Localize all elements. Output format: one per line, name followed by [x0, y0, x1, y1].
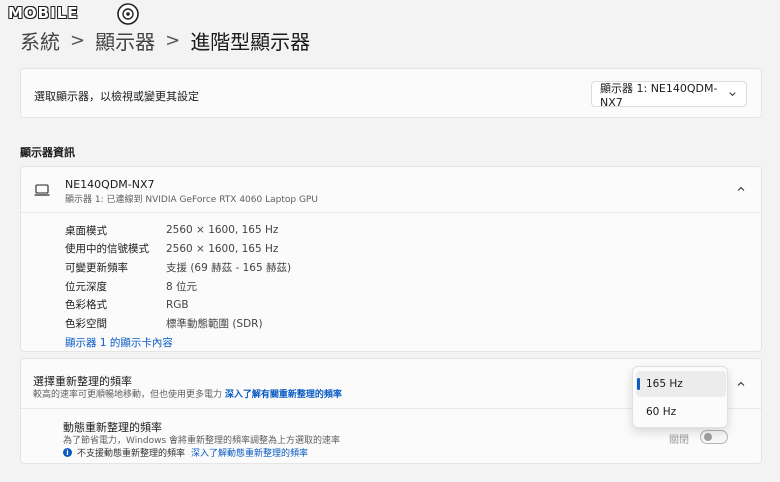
dynamic-refresh-unsupported: 不支援動態重新整理的頻率 — [77, 449, 186, 459]
info-key: 使用中的信號模式 — [65, 243, 149, 256]
breadcrumb-system[interactable]: 系統 — [20, 26, 60, 55]
info-icon: i — [63, 448, 72, 457]
dynamic-refresh-toggle[interactable] — [700, 430, 728, 444]
info-value: 8 位元 — [166, 280, 198, 293]
display-select-label: 選取顯示器，以檢視或變更其設定 — [34, 90, 199, 103]
display-info-table: 桌面模式 2560 × 1600, 165 Hz 使用中的信號模式 2560 × 1… — [65, 221, 291, 333]
watermark-logo: MOBILE — [8, 4, 79, 22]
info-value: RGB — [166, 298, 189, 311]
toggle-knob — [704, 433, 712, 441]
info-row: 可變更新頻率 支援 (69 赫茲 - 165 赫茲) — [65, 258, 291, 277]
display-dropdown-value: 顯示器 1: NE140QDM-NX7 — [600, 81, 718, 109]
info-row: 位元深度 8 位元 — [65, 277, 291, 296]
info-row: 桌面模式 2560 × 1600, 165 Hz — [65, 221, 291, 240]
info-value: 標準動態範圍 (SDR) — [166, 317, 263, 330]
breadcrumb: 系統 > 顯示器 > 進階型顯示器 — [20, 26, 310, 55]
info-key: 色彩格式 — [65, 299, 107, 312]
info-row: 使用中的信號模式 2560 × 1600, 165 Hz — [65, 240, 291, 259]
dynamic-refresh-learn-link[interactable]: 深入了解動態重新整理的頻率 — [191, 446, 308, 459]
laptop-icon — [34, 184, 50, 196]
breadcrumb-separator: > — [70, 30, 86, 51]
info-value: 2560 × 1600, 165 Hz — [166, 224, 279, 237]
page-title: 進階型顯示器 — [190, 30, 311, 54]
display-select-card: 選取顯示器，以檢視或變更其設定 顯示器 1: NE140QDM-NX7 — [20, 68, 762, 118]
refresh-rate-learn-link[interactable]: 深入了解有關重新整理的頻率 — [225, 390, 342, 400]
info-key: 桌面模式 — [65, 224, 107, 237]
chevron-up-icon[interactable] — [735, 183, 747, 195]
info-key: 位元深度 — [65, 280, 107, 293]
section-title-display-info: 顯示器資訊 — [20, 146, 75, 159]
info-value: 支援 (69 赫茲 - 165 赫茲) — [166, 261, 292, 274]
display-info-header[interactable]: NE140QDM-NX7 顯示器 1: 已連線到 NVIDIA GeForce … — [21, 167, 761, 213]
dynamic-refresh-subtitle: 為了節省電力，Windows 會將重新整理的頻率調整為上方選取的速率 — [63, 436, 341, 446]
refresh-rate-dropdown-menu: 165 Hz 60 Hz — [632, 366, 728, 428]
adapter-properties-link[interactable]: 顯示器 1 的顯示卡內容 — [65, 335, 173, 350]
refresh-rate-subtitle: 較高的速率可更順暢地移動，但也使用更多電力 深入了解有關重新整理的頻率 — [33, 387, 342, 400]
info-value: 2560 × 1600, 165 Hz — [166, 242, 279, 255]
breadcrumb-display[interactable]: 顯示器 — [95, 26, 155, 55]
display-dropdown[interactable]: 顯示器 1: NE140QDM-NX7 — [591, 81, 747, 109]
display-info-card: NE140QDM-NX7 顯示器 1: 已連線到 NVIDIA GeForce … — [20, 166, 762, 352]
watermark-badge-icon — [117, 3, 139, 25]
breadcrumb-separator: > — [165, 30, 181, 51]
refresh-rate-description: 較高的速率可更順暢地移動，但也使用更多電力 — [33, 390, 223, 400]
chevron-up-icon[interactable] — [735, 378, 747, 390]
display-name: NE140QDM-NX7 — [65, 178, 155, 191]
info-row: 色彩空間 標準動態範圍 (SDR) — [65, 314, 291, 333]
info-key: 色彩空間 — [65, 317, 107, 330]
chevron-down-icon — [729, 92, 736, 97]
dynamic-refresh-toggle-label: 關閉 — [669, 435, 689, 446]
refresh-rate-option-165[interactable]: 165 Hz — [636, 371, 726, 397]
display-connection: 顯示器 1: 已連線到 NVIDIA GeForce RTX 4060 Lapt… — [65, 195, 318, 205]
refresh-rate-option-60[interactable]: 60 Hz — [636, 399, 726, 425]
info-key: 可變更新頻率 — [65, 261, 128, 274]
dynamic-refresh-note: i 不支援動態重新整理的頻率 深入了解動態重新整理的頻率 — [63, 446, 308, 459]
info-row: 色彩格式 RGB — [65, 295, 291, 314]
